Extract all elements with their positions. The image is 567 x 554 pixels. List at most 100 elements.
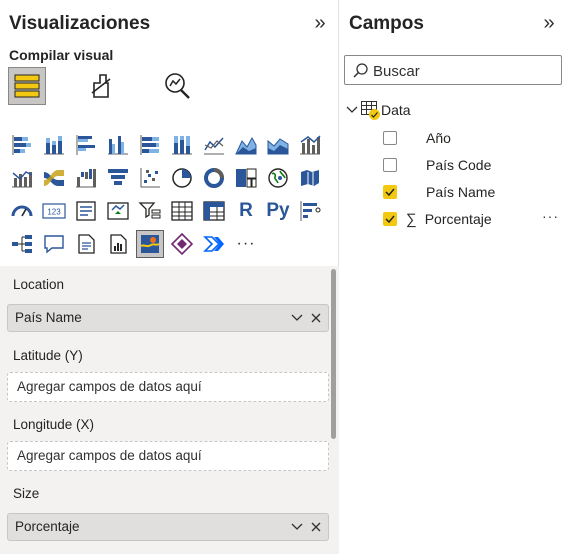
analytics-icon xyxy=(165,73,190,99)
clustered-bar-chart-icon xyxy=(76,135,95,155)
treemap-button[interactable] xyxy=(232,164,260,192)
line-chart-button[interactable] xyxy=(200,131,228,159)
fields-title: Campos xyxy=(349,13,424,34)
longitude-drop-zone[interactable]: Agregar campos de datos aquí xyxy=(7,441,329,471)
pie-chart-button[interactable] xyxy=(168,164,196,192)
card-button[interactable]: 123 xyxy=(40,197,68,225)
size-field-pill[interactable]: Porcentaje xyxy=(7,513,329,541)
power-automate-button[interactable] xyxy=(200,230,228,258)
donut-chart-button[interactable] xyxy=(200,164,228,192)
field-row-pais-code[interactable]: País Code xyxy=(383,154,491,176)
scatter-chart-button[interactable] xyxy=(136,164,164,192)
matrix-button[interactable] xyxy=(200,197,228,225)
collapse-fields-button[interactable]: » xyxy=(539,13,559,34)
waterfall-chart-icon xyxy=(76,169,96,188)
search-icon xyxy=(353,63,368,78)
kpi-button[interactable] xyxy=(104,197,132,225)
field-row-porcentaje[interactable]: ∑ Porcentaje xyxy=(383,208,492,230)
slicer-button[interactable] xyxy=(136,197,164,225)
longitude-well-label: Longitude (X) xyxy=(13,417,95,432)
slicer-icon xyxy=(138,202,161,219)
gauge-button[interactable] xyxy=(8,197,36,225)
table-node-data[interactable]: Data xyxy=(346,99,411,121)
checkmark-icon xyxy=(385,188,395,196)
decomposition-tree-icon xyxy=(12,235,32,253)
remove-field-icon[interactable] xyxy=(307,307,325,329)
location-field-pill[interactable]: País Name xyxy=(7,304,329,332)
visualizations-pane: Visualizaciones » Compilar visual 123 R … xyxy=(0,0,339,554)
stacked-bar-chart-button[interactable] xyxy=(8,131,36,159)
table-icon xyxy=(361,101,380,120)
azure-map-button[interactable] xyxy=(136,230,164,258)
fields-pane: Campos » Data Año xyxy=(340,0,567,554)
multi-row-card-button[interactable] xyxy=(72,197,100,225)
python-visual-button[interactable]: Py xyxy=(264,197,292,225)
search-input[interactable] xyxy=(373,61,553,81)
power-apps-button[interactable] xyxy=(168,230,196,258)
format-visual-icon xyxy=(91,74,111,98)
format-visual-tab[interactable] xyxy=(82,67,120,105)
powerbi-side-panes: Visualizaciones » Compilar visual 123 R … xyxy=(0,0,567,554)
paginated-report-button[interactable] xyxy=(104,230,132,258)
field-checkbox-checked[interactable] xyxy=(383,212,397,226)
key-influencers-icon xyxy=(300,201,321,221)
funnel-chart-button[interactable] xyxy=(104,164,132,192)
qa-button[interactable] xyxy=(40,230,68,258)
decomposition-tree-button[interactable] xyxy=(8,230,36,258)
stacked-column-chart-button[interactable] xyxy=(40,131,68,159)
stacked-bar-chart-icon xyxy=(12,135,31,155)
line-chart-icon xyxy=(204,137,224,155)
smart-narrative-icon xyxy=(78,234,95,254)
ribbon-chart-button[interactable] xyxy=(40,164,68,192)
smart-narrative-button[interactable] xyxy=(72,230,100,258)
fields-search-box[interactable] xyxy=(344,55,562,85)
field-label: País Code xyxy=(426,157,492,173)
stacked-area-chart-button[interactable] xyxy=(264,131,292,159)
100-stacked-column-chart-button[interactable] xyxy=(168,131,196,159)
field-checkbox-checked[interactable] xyxy=(383,185,397,199)
sigma-icon: ∑ xyxy=(406,210,417,228)
python-visual-icon: Py xyxy=(266,200,290,221)
collapse-visualizations-button[interactable]: » xyxy=(310,13,330,34)
size-field-value: Porcentaje xyxy=(15,519,80,534)
table-button[interactable] xyxy=(168,197,196,225)
analytics-tab[interactable] xyxy=(158,67,196,105)
donut-chart-icon xyxy=(204,168,224,188)
table-icon xyxy=(171,201,193,221)
line-stacked-column-chart-button[interactable] xyxy=(8,164,36,192)
field-checkbox[interactable] xyxy=(383,131,397,145)
chevron-down-icon[interactable] xyxy=(346,106,358,114)
field-row-ano[interactable]: Año xyxy=(383,127,451,149)
kpi-icon xyxy=(107,202,129,220)
clustered-bar-chart-button[interactable] xyxy=(72,131,100,159)
multi-row-card-icon xyxy=(76,201,96,221)
chevron-down-icon[interactable] xyxy=(288,516,306,538)
table-name: Data xyxy=(381,102,411,118)
field-checkbox[interactable] xyxy=(383,158,397,172)
wells-scrollbar[interactable] xyxy=(331,269,336,439)
key-influencers-button[interactable] xyxy=(296,197,324,225)
map-button[interactable] xyxy=(264,164,292,192)
filled-map-icon xyxy=(301,170,319,186)
r-script-button[interactable]: R xyxy=(232,197,260,225)
line-clustered-column-chart-button[interactable] xyxy=(296,131,324,159)
build-visual-tab[interactable] xyxy=(8,67,46,105)
clustered-column-chart-icon xyxy=(108,136,128,155)
more-options-button[interactable]: ··· xyxy=(542,208,559,224)
100-stacked-bar-chart-button[interactable] xyxy=(136,131,164,159)
field-label: Porcentaje xyxy=(424,211,492,227)
field-row-pais-name[interactable]: País Name xyxy=(383,181,495,203)
latitude-drop-zone[interactable]: Agregar campos de datos aquí xyxy=(7,372,329,402)
map-icon xyxy=(268,168,288,188)
clustered-column-chart-button[interactable] xyxy=(104,131,132,159)
waterfall-chart-button[interactable] xyxy=(72,164,100,192)
svg-text:123: 123 xyxy=(47,208,61,217)
scatter-chart-icon xyxy=(140,168,160,188)
chevron-down-icon[interactable] xyxy=(288,307,306,329)
area-chart-icon xyxy=(235,136,257,155)
area-chart-button[interactable] xyxy=(232,131,260,159)
more-visuals-button[interactable]: ··· xyxy=(232,230,260,258)
azure-map-icon xyxy=(140,235,160,253)
remove-field-icon[interactable] xyxy=(307,516,325,538)
filled-map-button[interactable] xyxy=(296,164,324,192)
